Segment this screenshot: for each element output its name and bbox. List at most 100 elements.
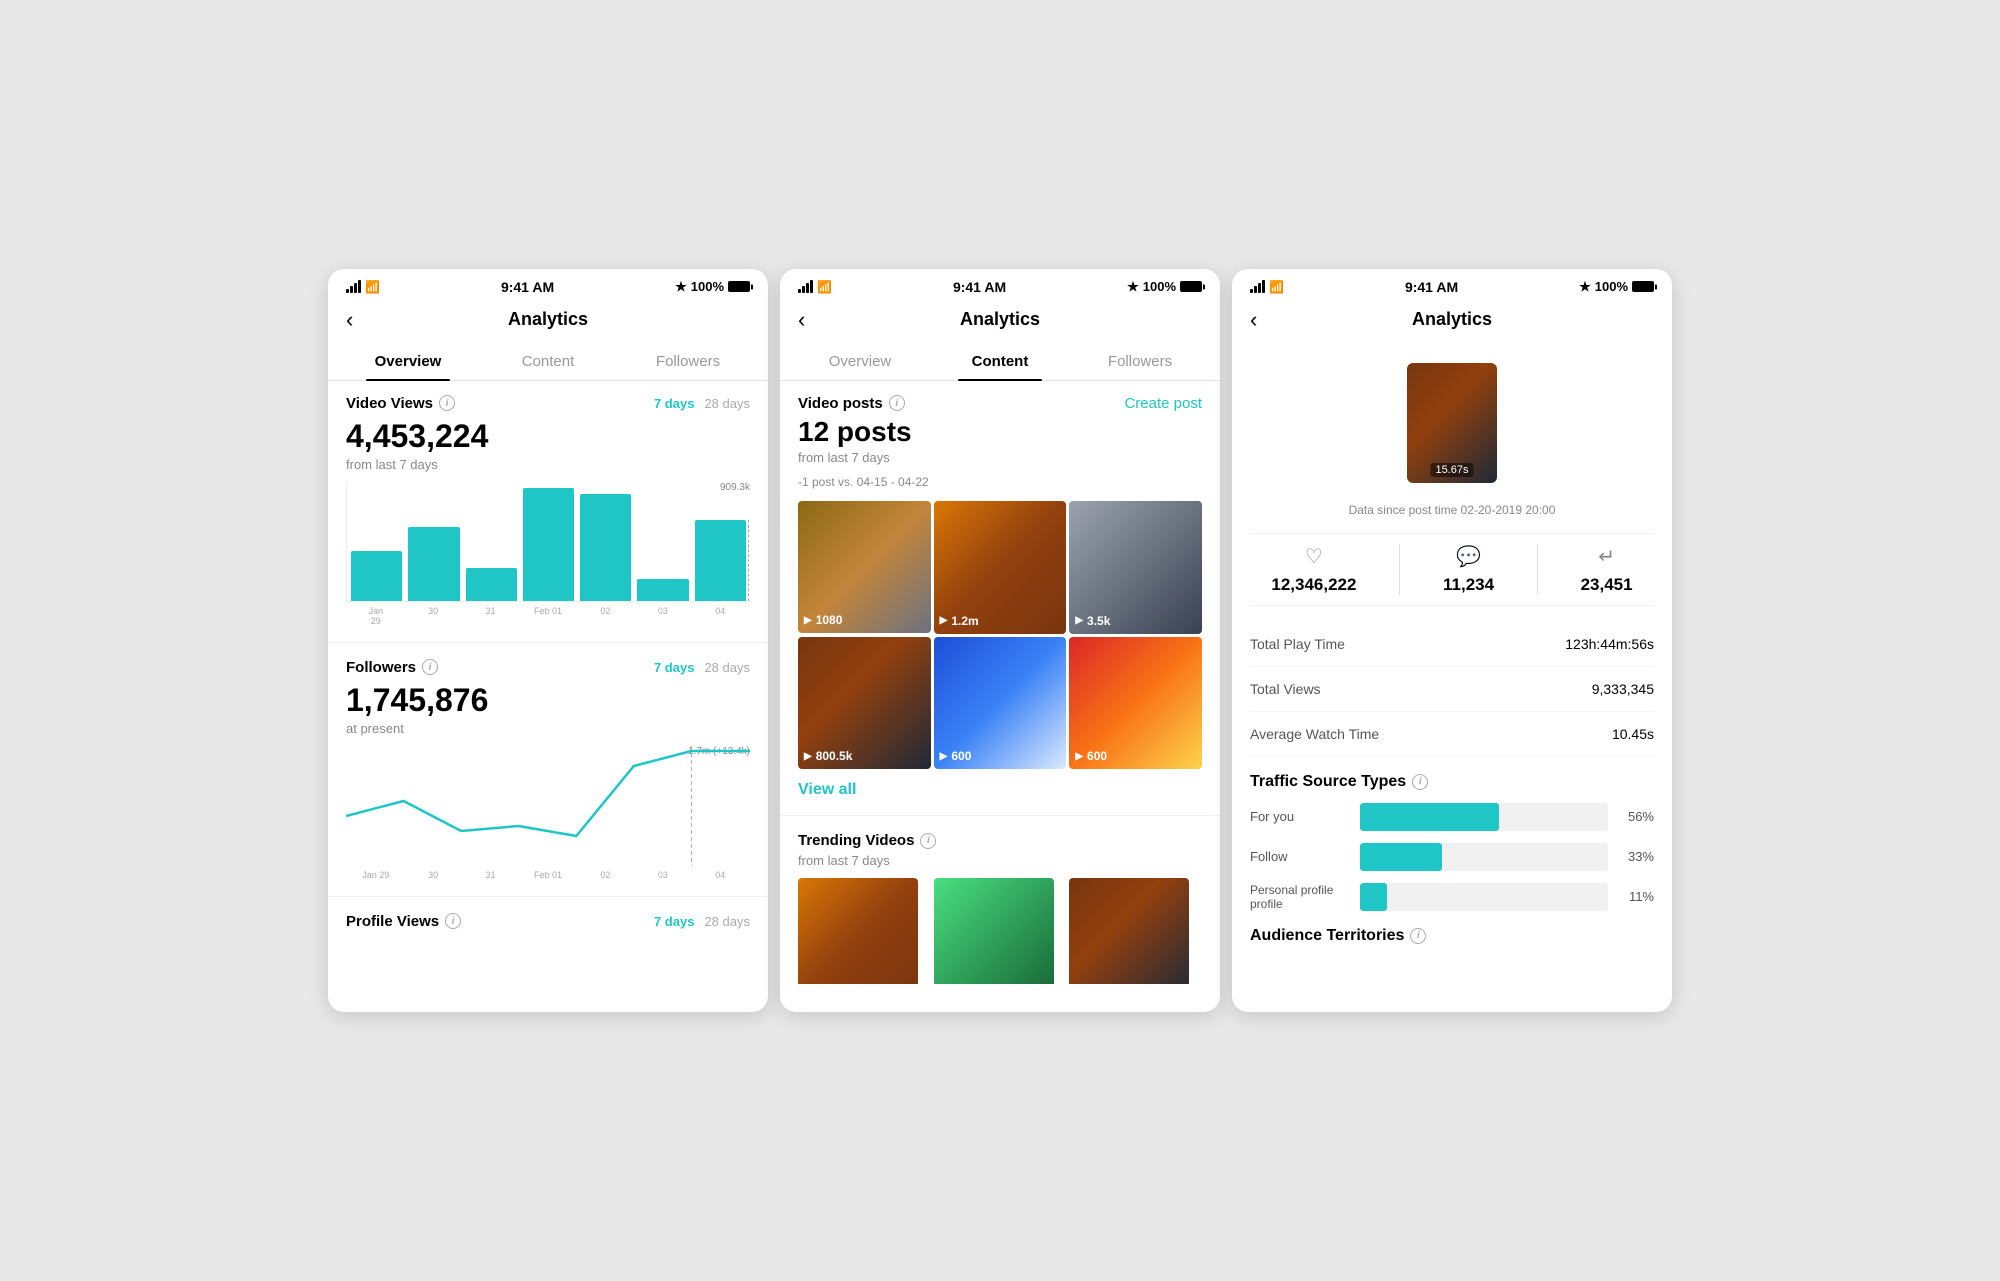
video-views-6: 600 — [1087, 749, 1107, 763]
battery-fill-3 — [1633, 282, 1653, 291]
profile-period-28[interactable]: 28 days — [704, 914, 750, 929]
screen-overview: 📶 9:41 AM ★ 100% ‹ Analytics Overview Co… — [328, 269, 768, 1012]
play-icon-3: ▶ — [1075, 615, 1083, 626]
video-thumb-6[interactable]: ▶ 600 — [1069, 637, 1202, 770]
video-overlay-1: ▶ 1080 — [804, 613, 842, 627]
stat-comments: 💬 11,234 — [1443, 544, 1494, 595]
traffic-row-foryou: For you 56% — [1250, 803, 1654, 831]
line-chart-wrapper: 1.7m (+13.4k) Jan 29 30 31 Feb 01 02 03 … — [346, 746, 750, 880]
posts-change: -1 post vs. 04-15 - 04-22 — [798, 475, 1202, 489]
status-left-1: 📶 — [346, 280, 380, 294]
bar-feb03 — [637, 579, 688, 600]
video-thumb-1[interactable]: ▶ 1080 — [798, 501, 931, 634]
tab-overview-2[interactable]: Overview — [790, 343, 930, 380]
total-play-time-value: 123h:44m:56s — [1565, 636, 1654, 652]
followers-period-28[interactable]: 28 days — [704, 660, 750, 675]
divider-2 — [328, 896, 768, 897]
screens-container: 📶 9:41 AM ★ 100% ‹ Analytics Overview Co… — [308, 249, 1692, 1032]
video-views-title: Video Views i — [346, 395, 455, 412]
followers-period-7[interactable]: 7 days — [654, 660, 694, 675]
divider-3 — [780, 815, 1220, 816]
bluetooth-icon: ★ — [675, 279, 687, 295]
profile-views-header: Profile Views i 7 days 28 days — [346, 913, 750, 930]
heart-icon: ♡ — [1305, 544, 1323, 569]
tab-followers-1[interactable]: Followers — [618, 343, 758, 380]
create-post-button[interactable]: Create post — [1124, 395, 1202, 412]
video-overlay-2: ▶ 1.2m — [940, 614, 979, 628]
back-button-2[interactable]: ‹ — [798, 307, 805, 333]
traffic-bar-foryou — [1360, 803, 1608, 831]
trending-subtext: from last 7 days — [798, 853, 1202, 868]
audience-info-icon[interactable]: i — [1410, 928, 1426, 944]
followers-value: 1,745,876 — [346, 682, 750, 719]
video-posts-info-icon[interactable]: i — [889, 395, 905, 411]
video-views-subtext: from last 7 days — [346, 457, 750, 472]
period-28days-1[interactable]: 28 days — [704, 396, 750, 411]
line-label-jan29: Jan 29 — [350, 870, 401, 880]
play-icon-4: ▶ — [804, 751, 812, 762]
tab-overview-1[interactable]: Overview — [338, 343, 478, 380]
profile-views-info-icon[interactable]: i — [445, 913, 461, 929]
video-views-5: 600 — [951, 749, 971, 763]
status-left-3: 📶 — [1250, 280, 1284, 294]
status-right-3: ★ 100% — [1579, 279, 1654, 295]
traffic-fill-profile — [1360, 883, 1387, 911]
status-right-2: ★ 100% — [1127, 279, 1202, 295]
bar-chart-wrapper: 909.3k Jan29 30 31 F — [346, 482, 750, 626]
video-views-info-icon[interactable]: i — [439, 395, 455, 411]
chart-label-jan29: Jan29 — [350, 606, 401, 626]
stat-divider-2 — [1537, 544, 1538, 595]
tab-content-2[interactable]: Content — [930, 343, 1070, 380]
wifi-icon-3: 📶 — [1269, 280, 1284, 294]
followers-info-icon[interactable]: i — [422, 659, 438, 675]
video-preview-thumb[interactable]: 15.67s — [1407, 363, 1497, 483]
traffic-bar-follow — [1360, 843, 1608, 871]
status-time-3: 9:41 AM — [1405, 279, 1458, 295]
tab-followers-2[interactable]: Followers — [1070, 343, 1210, 380]
trending-info-icon[interactable]: i — [920, 833, 936, 849]
chart-label-feb01: Feb 01 — [522, 606, 573, 626]
overview-content: Video Views i 7 days 28 days 4,453,224 f… — [328, 381, 768, 984]
bar-jan29 — [351, 551, 402, 601]
period-7days-1[interactable]: 7 days — [654, 396, 694, 411]
total-views-row: Total Views 9,333,345 — [1250, 667, 1654, 712]
video-thumb-2[interactable]: ▶ 1.2m — [934, 501, 1067, 634]
battery-icon-2 — [1180, 281, 1202, 292]
bar-chart — [346, 482, 750, 602]
play-icon-1: ▶ — [804, 615, 812, 626]
line-label-feb01: Feb 01 — [522, 870, 573, 880]
back-button-1[interactable]: ‹ — [346, 307, 353, 333]
video-thumb-4[interactable]: ▶ 800.5k — [798, 637, 931, 770]
video-grid: ▶ 1080 ▶ 1.2m ▶ 3.5k — [798, 501, 1202, 769]
video-views-3: 3.5k — [1087, 614, 1110, 628]
video-overlay-6: ▶ 600 — [1075, 749, 1107, 763]
battery-fill-1 — [729, 282, 749, 291]
line-label-03: 03 — [637, 870, 688, 880]
traffic-info-icon[interactable]: i — [1412, 774, 1428, 790]
detail-screen-body: 15.67s Data since post time 02-20-2019 2… — [1232, 343, 1672, 946]
page-title-1: Analytics — [508, 309, 588, 330]
avg-watch-time-label: Average Watch Time — [1250, 726, 1379, 742]
back-button-3[interactable]: ‹ — [1250, 307, 1257, 333]
status-left-2: 📶 — [798, 280, 832, 294]
wifi-icon: 📶 — [365, 280, 380, 294]
bluetooth-icon-2: ★ — [1127, 279, 1139, 295]
bar-jan30 — [408, 527, 459, 601]
tab-content-1[interactable]: Content — [478, 343, 618, 380]
video-thumb-5[interactable]: ▶ 600 — [934, 637, 1067, 770]
video-views-4: 800.5k — [816, 749, 853, 763]
stat-divider-1 — [1399, 544, 1400, 595]
trending-thumb-3[interactable] — [1069, 878, 1189, 984]
trending-thumb-1[interactable] — [798, 878, 918, 984]
line-label-31: 31 — [465, 870, 516, 880]
avg-watch-time-value: 10.45s — [1612, 726, 1654, 742]
view-all-button[interactable]: View all — [798, 781, 1202, 799]
traffic-label-follow: Follow — [1250, 849, 1350, 864]
video-thumb-3[interactable]: ▶ 3.5k — [1069, 501, 1202, 634]
profile-period-7[interactable]: 7 days — [654, 914, 694, 929]
trending-thumb-2[interactable] — [934, 878, 1054, 984]
divider-1 — [328, 642, 768, 643]
content-screen-body: Video posts i Create post 12 posts from … — [780, 381, 1220, 984]
page-title-3: Analytics — [1412, 309, 1492, 330]
bar-chart-inner — [347, 482, 750, 601]
